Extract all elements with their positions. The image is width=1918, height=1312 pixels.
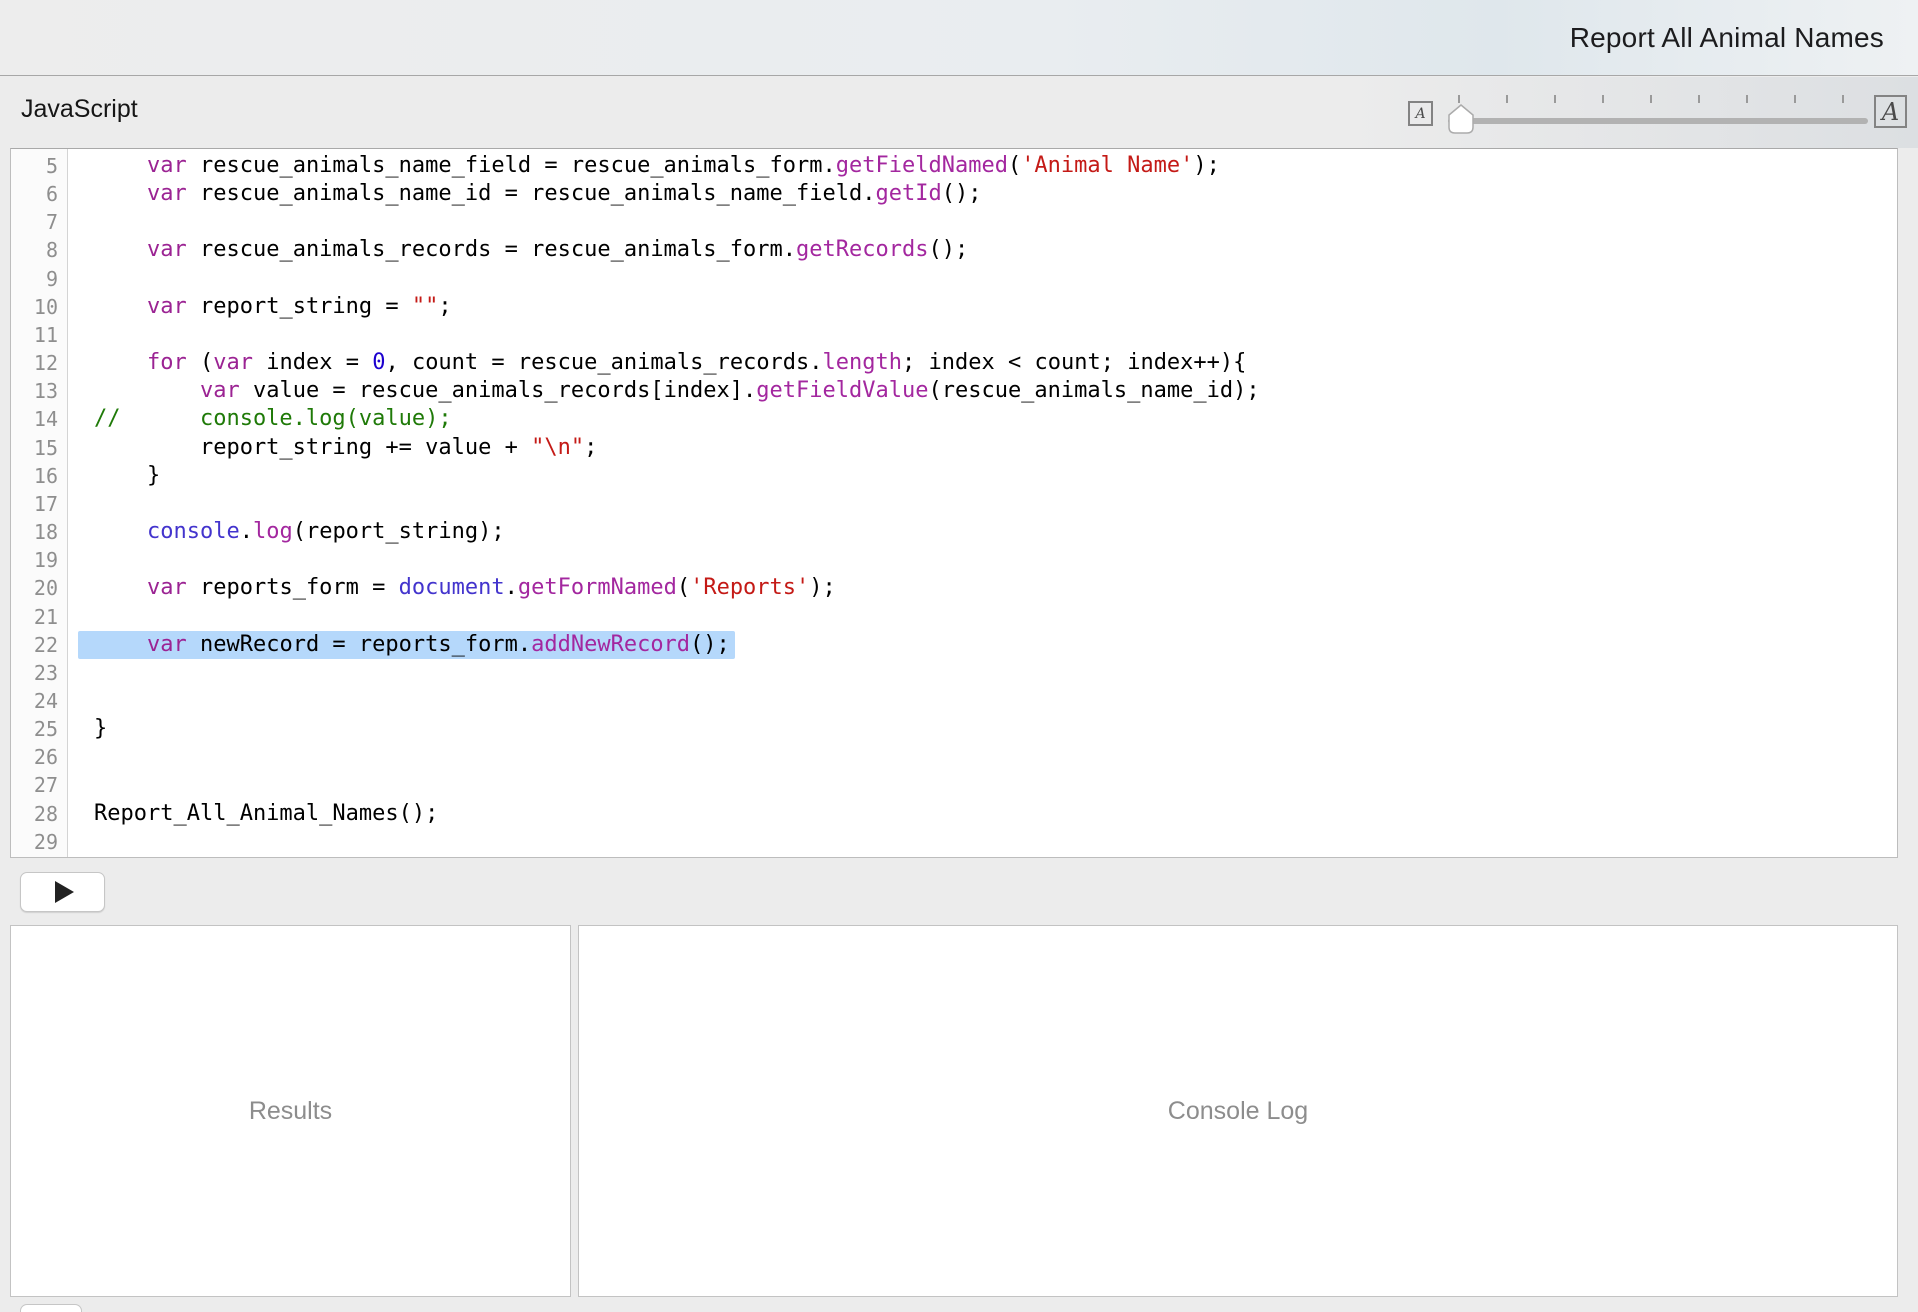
code-editor[interactable]: 5678910111213141516171819202122232425262… [10, 148, 1898, 858]
slider-tick [1506, 95, 1508, 103]
line-number: 11 [11, 321, 67, 349]
line-number: 17 [11, 490, 67, 518]
code-line[interactable]: report_string += value + "\n"; [94, 434, 1897, 462]
console-log-panel[interactable]: Console Log [578, 925, 1898, 1297]
code-line[interactable]: for (var index = 0, count = rescue_anima… [94, 349, 1897, 377]
line-number: 10 [11, 293, 67, 321]
line-number: 23 [11, 659, 67, 687]
slider-ticks [1458, 95, 1844, 103]
selected-code[interactable]: var newRecord = reports_form.addNewRecor… [78, 631, 735, 659]
play-icon [55, 881, 74, 903]
code-line[interactable]: var rescue_animals_name_field = rescue_a… [94, 152, 1897, 180]
code-line[interactable] [94, 603, 1897, 631]
slider-tick [1650, 95, 1652, 103]
code-line[interactable]: console.log(report_string); [94, 518, 1897, 546]
console-log-placeholder: Console Log [1168, 1097, 1308, 1126]
slider-tick [1746, 95, 1748, 103]
code-line[interactable] [94, 265, 1897, 293]
line-number: 7 [11, 208, 67, 236]
line-number-gutter: 5678910111213141516171819202122232425262… [11, 149, 68, 857]
code-line[interactable]: // console.log(value); [94, 405, 1897, 433]
line-number: 24 [11, 687, 67, 715]
font-size-large-icon: A [1874, 95, 1907, 128]
code-line[interactable]: var newRecord = reports_form.addNewRecor… [94, 631, 1897, 659]
slider-thumb-pointer-icon [1449, 105, 1473, 133]
slider-tick [1554, 95, 1556, 103]
code-line[interactable] [94, 687, 1897, 715]
line-number: 13 [11, 377, 67, 405]
run-script-button[interactable] [20, 872, 105, 912]
code-line[interactable]: var rescue_animals_records = rescue_anim… [94, 236, 1897, 264]
line-number: 14 [11, 405, 67, 433]
code-line[interactable] [94, 771, 1897, 799]
slider-tick [1794, 95, 1796, 103]
code-line[interactable] [94, 208, 1897, 236]
code-line[interactable] [94, 828, 1897, 856]
code-line[interactable]: var rescue_animals_name_id = rescue_anim… [94, 180, 1897, 208]
code-line[interactable] [94, 659, 1897, 687]
code-line[interactable]: } [94, 462, 1897, 490]
code-line[interactable]: Report_All_Animal_Names(); [94, 800, 1897, 828]
slider-tick [1698, 95, 1700, 103]
slider-tick [1842, 95, 1844, 103]
line-number: 18 [11, 518, 67, 546]
line-number: 6 [11, 180, 67, 208]
code-line[interactable]: var reports_form = document.getFormNamed… [94, 574, 1897, 602]
title-bar: Report All Animal Names [0, 0, 1918, 76]
slider-tick [1458, 95, 1460, 103]
code-line[interactable]: var report_string = ""; [94, 293, 1897, 321]
code-line[interactable]: var value = rescue_animals_records[index… [94, 377, 1897, 405]
line-number: 16 [11, 462, 67, 490]
line-number: 28 [11, 800, 67, 828]
line-number: 9 [11, 265, 67, 293]
line-number: 12 [11, 349, 67, 377]
line-number: 21 [11, 603, 67, 631]
line-number: 19 [11, 546, 67, 574]
slider-tick [1602, 95, 1604, 103]
code-line[interactable]: } [94, 715, 1897, 743]
line-number: 26 [11, 743, 67, 771]
script-toolbar: JavaScript A A [0, 77, 1918, 148]
code-line[interactable] [94, 490, 1897, 518]
font-size-slider[interactable] [1448, 91, 1868, 137]
script-title: Report All Animal Names [1570, 22, 1884, 54]
font-size-small-icon: A [1408, 101, 1433, 126]
code-line[interactable] [94, 321, 1897, 349]
line-number: 8 [11, 236, 67, 264]
line-number: 20 [11, 574, 67, 602]
results-placeholder: Results [249, 1097, 332, 1126]
clipped-bottom-button[interactable] [20, 1304, 82, 1312]
line-number: 25 [11, 715, 67, 743]
language-label: JavaScript [21, 95, 138, 124]
code-lines[interactable]: var rescue_animals_name_field = rescue_a… [68, 149, 1897, 857]
slider-track[interactable] [1448, 118, 1868, 124]
line-number: 27 [11, 771, 67, 799]
line-number: 15 [11, 434, 67, 462]
code-line[interactable] [94, 743, 1897, 771]
code-line[interactable] [94, 546, 1897, 574]
line-number: 5 [11, 152, 67, 180]
slider-thumb[interactable] [1448, 104, 1474, 139]
line-number: 29 [11, 828, 67, 856]
results-panel[interactable]: Results [10, 925, 571, 1297]
line-number: 22 [11, 631, 67, 659]
